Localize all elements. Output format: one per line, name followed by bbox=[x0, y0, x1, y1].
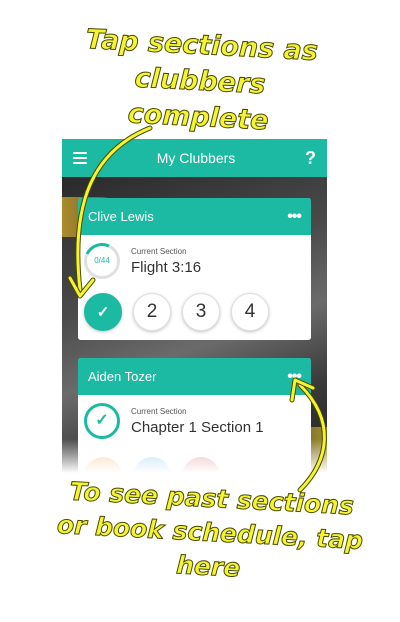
annotation-top: Tap sections as clubbers complete bbox=[85, 23, 320, 137]
annotation-bottom: To see past sections or book schedule, t… bbox=[56, 476, 364, 583]
